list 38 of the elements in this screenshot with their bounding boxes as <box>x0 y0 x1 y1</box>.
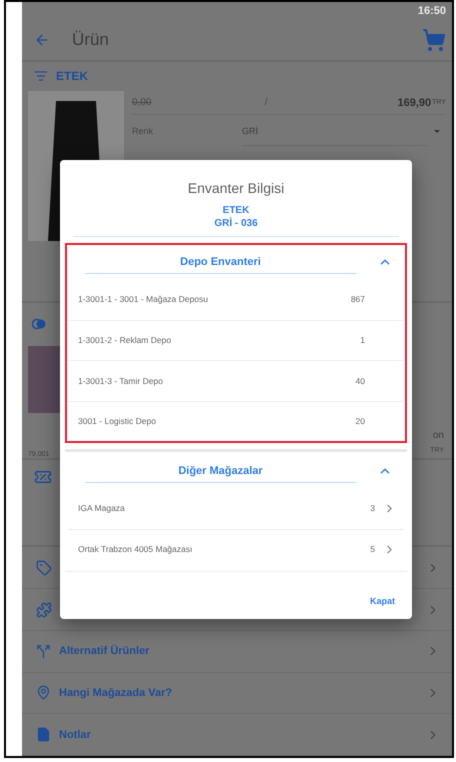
page-title: Ürün <box>72 30 110 50</box>
map-pin-icon <box>36 685 51 700</box>
dropdown-icon <box>434 130 440 133</box>
menu-item[interactable]: Notlar <box>22 714 452 756</box>
stock-count: 867 <box>350 294 365 304</box>
overlapping-circles-icon <box>32 318 46 330</box>
filter-icon[interactable] <box>34 69 48 84</box>
price-separator: / <box>264 97 269 108</box>
back-icon[interactable] <box>34 32 50 48</box>
stock-count: 1 <box>359 335 365 346</box>
category-label: ETEK <box>56 69 88 84</box>
location-name: 1-3001-1 - 3001 - Mağaza Deposu <box>78 294 209 304</box>
product-name: ETEK <box>222 204 250 217</box>
document-icon <box>36 727 51 742</box>
location-name: IGA Magaza <box>78 503 126 514</box>
section-title: Depo Envanteri <box>85 250 356 274</box>
tag-icon <box>36 560 52 576</box>
status-time: 16:50 <box>418 4 446 17</box>
stock-count: 40 <box>354 376 365 386</box>
stock-count: 3 <box>369 503 375 514</box>
dialog-title: Envanter Bilgisi <box>186 180 286 196</box>
product-name: on <box>432 430 444 441</box>
price: 169,90 <box>397 96 432 109</box>
location-name: Ortak Trabzon 4005 Mağazası <box>78 544 194 554</box>
section-title: Diğer Mağazalar <box>85 459 356 483</box>
product-variant: GRİ - 036 <box>213 217 259 230</box>
split-arrows-icon <box>36 644 51 659</box>
stock-count: 5 <box>369 544 375 554</box>
location-name: 3001 - Logistic Depo <box>78 416 157 426</box>
location-name: 1-3001-3 - Tamir Depo <box>78 376 164 386</box>
cart-icon[interactable] <box>422 28 446 52</box>
close-button[interactable]: Kapat <box>366 592 399 610</box>
location-name: 1-3001-2 - Reklam Depo <box>78 335 172 346</box>
color-select[interactable]: GRİ <box>242 116 428 146</box>
menu-item[interactable]: Alternatif Ürünler <box>22 630 452 673</box>
stock-count: 20 <box>354 416 365 426</box>
puzzle-icon <box>36 602 52 618</box>
menu-item[interactable]: Hangi Mağazada Var? <box>22 672 452 714</box>
